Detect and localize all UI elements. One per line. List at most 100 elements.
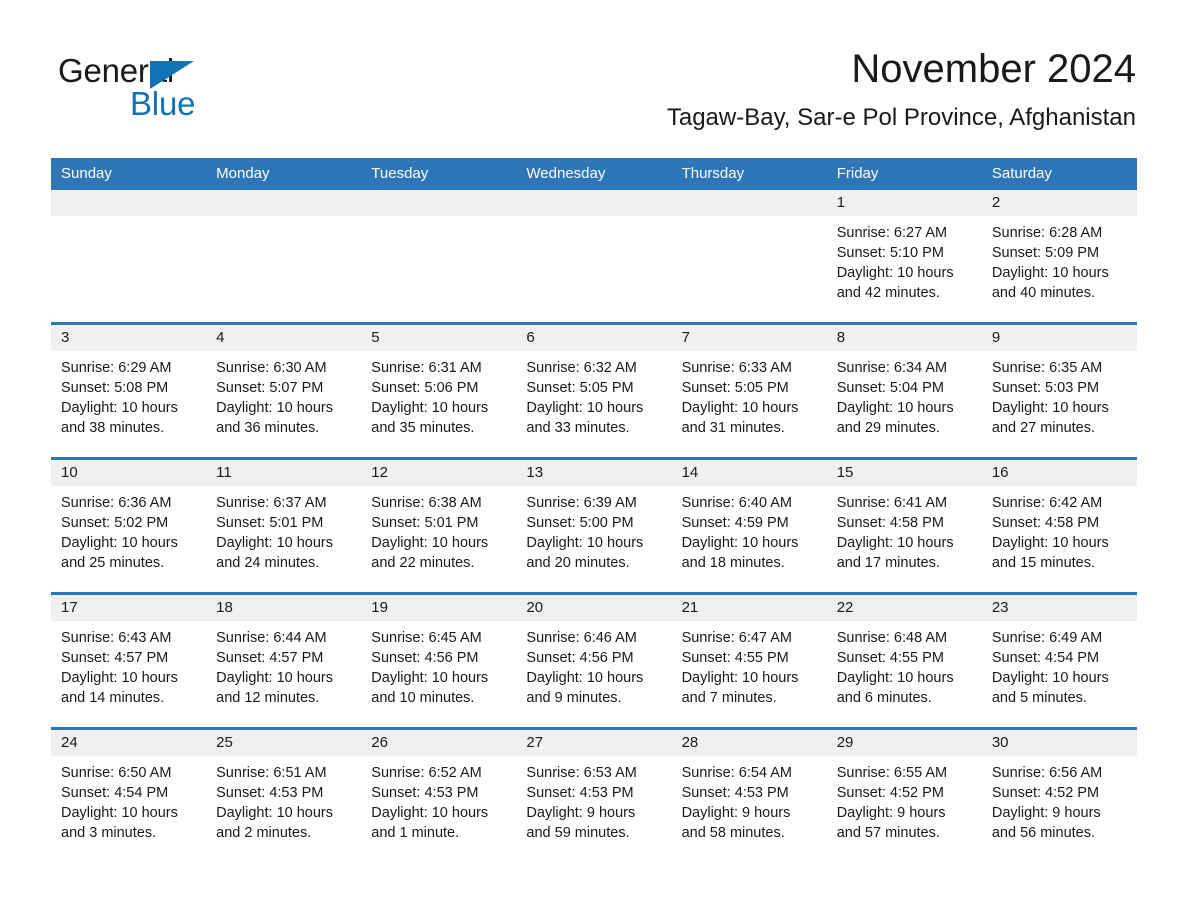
daylight-duration: Daylight: 9 hours and 59 minutes. [526,805,636,841]
calendar-day-cell[interactable]: 3 Sunrise: 6:29 AM Sunset: 5:08 PM Daylight… [51,322,207,459]
day-details: Sunrise: 6:28 AM Sunset: 5:09 PM Daylight:… [982,216,1137,303]
day-number: 27 [516,730,672,756]
day-details: Sunrise: 6:46 AM Sunset: 4:56 PM Daylight:… [516,621,671,708]
calendar-day-cell[interactable]: 16 Sunrise: 6:42 AM Sunset: 4:58 PM Dayligh… [981,457,1137,594]
sunrise-time: Sunrise: 6:56 AM [991,765,1103,781]
sunrise-time: Sunrise: 6:28 AM [991,225,1103,241]
calendar-day-cell[interactable]: 21 Sunrise: 6:47 AM Sunset: 4:55 PM Dayligh… [671,592,827,729]
calendar-day-cell[interactable]: 27 Sunrise: 6:53 AM Sunset: 4:53 PM Dayligh… [516,727,672,862]
calendar-day-cell[interactable]: 8 Sunrise: 6:34 AM Sunset: 5:04 PM Daylight… [826,322,982,459]
day-details: Sunrise: 6:45 AM Sunset: 4:56 PM Daylight:… [361,621,516,708]
daylight-duration: Daylight: 10 hours and 17 minutes. [836,535,954,571]
sunset-time: Sunset: 4:55 PM [836,650,944,666]
day-details: Sunrise: 6:55 AM Sunset: 4:52 PM Daylight:… [827,756,982,843]
calendar-day-cell[interactable]: 11 Sunrise: 6:37 AM Sunset: 5:01 PM Dayligh… [206,457,362,594]
day-cell-content: 12 Sunrise: 6:38 AM Sunset: 5:01 PM Dayligh… [361,460,517,592]
day-number: 26 [361,730,517,756]
calendar-day-cell[interactable]: 30 Sunrise: 6:56 AM Sunset: 4:52 PM Dayligh… [981,727,1137,862]
sunset-time: Sunset: 5:01 PM [371,515,479,531]
sunset-time: Sunset: 5:05 PM [526,380,634,396]
calendar-week-row: 17 Sunrise: 6:43 AM Sunset: 4:57 PM Dayligh… [51,592,1137,729]
day-number: 4 [206,325,362,351]
sunset-time: Sunset: 5:03 PM [991,380,1100,396]
sunset-time: Sunset: 4:58 PM [991,515,1100,531]
general-blue-logo[interactable]: General Blue [58,53,288,123]
calendar-day-cell[interactable]: 12 Sunrise: 6:38 AM Sunset: 5:01 PM Dayligh… [361,457,517,594]
calendar-day-cell[interactable]: 28 Sunrise: 6:54 AM Sunset: 4:53 PM Dayligh… [671,727,827,862]
sunset-time: Sunset: 4:53 PM [526,785,634,801]
day-number [516,190,672,216]
day-cell-content [206,190,362,322]
calendar-day-cell[interactable]: 4 Sunrise: 6:30 AM Sunset: 5:07 PM Daylight… [206,322,362,459]
weekday-header-sunday: Sunday [51,158,207,190]
location-subtitle: Tagaw-Bay, Sar-e Pol Province, Afghanist… [666,104,1136,131]
weekday-header-friday: Friday [826,158,982,190]
calendar-day-cell[interactable]: 17 Sunrise: 6:43 AM Sunset: 4:57 PM Dayligh… [51,592,207,729]
day-number: 13 [516,460,672,486]
day-number: 7 [671,325,827,351]
day-number [51,190,207,216]
calendar-day-cell[interactable]: 22 Sunrise: 6:48 AM Sunset: 4:55 PM Dayligh… [826,592,982,729]
calendar-day-cell[interactable]: 13 Sunrise: 6:39 AM Sunset: 5:00 PM Dayligh… [516,457,672,594]
calendar-day-cell[interactable]: 24 Sunrise: 6:50 AM Sunset: 4:54 PM Dayligh… [51,727,207,862]
calendar-day-cell[interactable]: 2 Sunrise: 6:28 AM Sunset: 5:09 PM Daylight… [981,190,1137,324]
calendar-day-cell[interactable]: 14 Sunrise: 6:40 AM Sunset: 4:59 PM Dayligh… [671,457,827,594]
calendar-day-cell[interactable]: 7 Sunrise: 6:33 AM Sunset: 5:05 PM Daylight… [671,322,827,459]
sunrise-time: Sunrise: 6:35 AM [991,360,1103,376]
day-cell-content: 17 Sunrise: 6:43 AM Sunset: 4:57 PM Dayligh… [51,595,207,727]
calendar-day-cell[interactable]: 19 Sunrise: 6:45 AM Sunset: 4:56 PM Dayligh… [361,592,517,729]
sunrise-time: Sunrise: 6:46 AM [526,630,637,646]
weekday-header-tuesday: Tuesday [361,158,517,190]
calendar-day-cell[interactable]: 10 Sunrise: 6:36 AM Sunset: 5:02 PM Dayligh… [51,457,207,594]
day-number: 25 [206,730,362,756]
calendar-week-row: 1 Sunrise: 6:27 AM Sunset: 5:10 PM Daylight… [51,190,1137,324]
calendar-day-cell[interactable]: 6 Sunrise: 6:32 AM Sunset: 5:05 PM Daylight… [516,322,672,459]
day-cell-content [361,190,517,322]
daylight-duration: Daylight: 10 hours and 14 minutes. [61,670,178,706]
daylight-duration: Daylight: 10 hours and 27 minutes. [991,400,1109,436]
daylight-duration: Daylight: 9 hours and 58 minutes. [681,805,791,841]
calendar-day-cell[interactable]: 18 Sunrise: 6:44 AM Sunset: 4:57 PM Dayligh… [206,592,362,729]
day-cell-content: 22 Sunrise: 6:48 AM Sunset: 4:55 PM Dayligh… [826,595,982,727]
day-number: 17 [51,595,207,621]
day-cell-content: 3 Sunrise: 6:29 AM Sunset: 5:08 PM Daylight… [51,325,207,457]
sunrise-time: Sunrise: 6:30 AM [216,360,327,376]
weekday-header-monday: Monday [206,158,362,190]
day-number: 6 [516,325,672,351]
calendar-day-cell[interactable]: 29 Sunrise: 6:55 AM Sunset: 4:52 PM Dayligh… [826,727,982,862]
day-details: Sunrise: 6:56 AM Sunset: 4:52 PM Daylight:… [982,756,1137,843]
day-number: 24 [51,730,207,756]
day-cell-content: 29 Sunrise: 6:55 AM Sunset: 4:52 PM Dayligh… [826,730,982,862]
day-details: Sunrise: 6:32 AM Sunset: 5:05 PM Daylight:… [516,351,671,438]
day-details: Sunrise: 6:51 AM Sunset: 4:53 PM Daylight:… [206,756,361,843]
day-number: 5 [361,325,517,351]
daylight-duration: Daylight: 10 hours and 36 minutes. [216,400,334,436]
sunrise-time: Sunrise: 6:54 AM [681,765,792,781]
calendar-body: 1 Sunrise: 6:27 AM Sunset: 5:10 PM Daylight… [51,190,1137,862]
day-number [671,190,827,216]
sunrise-time: Sunrise: 6:48 AM [836,630,948,646]
sunset-time: Sunset: 4:57 PM [61,650,169,666]
calendar-day-cell[interactable]: 25 Sunrise: 6:51 AM Sunset: 4:53 PM Dayligh… [206,727,362,862]
day-number: 1 [826,190,982,216]
day-number: 21 [671,595,827,621]
weekday-header-saturday: Saturday [981,158,1137,190]
day-details: Sunrise: 6:35 AM Sunset: 5:03 PM Daylight:… [982,351,1137,438]
calendar-day-cell[interactable]: 5 Sunrise: 6:31 AM Sunset: 5:06 PM Daylight… [361,322,517,459]
calendar-day-cell[interactable]: 26 Sunrise: 6:52 AM Sunset: 4:53 PM Dayligh… [361,727,517,862]
daylight-duration: Daylight: 10 hours and 18 minutes. [681,535,799,571]
calendar-day-cell[interactable]: 1 Sunrise: 6:27 AM Sunset: 5:10 PM Daylight… [826,190,982,324]
calendar-day-cell[interactable]: 23 Sunrise: 6:49 AM Sunset: 4:54 PM Dayligh… [981,592,1137,729]
calendar-day-cell[interactable]: 20 Sunrise: 6:46 AM Sunset: 4:56 PM Dayligh… [516,592,672,729]
day-cell-content: 21 Sunrise: 6:47 AM Sunset: 4:55 PM Dayligh… [671,595,827,727]
daylight-duration: Daylight: 10 hours and 2 minutes. [216,805,334,841]
day-details: Sunrise: 6:30 AM Sunset: 5:07 PM Daylight:… [206,351,361,438]
sunrise-time: Sunrise: 6:38 AM [371,495,482,511]
calendar-day-cell[interactable]: 15 Sunrise: 6:41 AM Sunset: 4:58 PM Dayligh… [826,457,982,594]
sunrise-time: Sunrise: 6:52 AM [371,765,482,781]
calendar-day-cell[interactable]: 9 Sunrise: 6:35 AM Sunset: 5:03 PM Daylight… [981,322,1137,459]
sunset-time: Sunset: 4:53 PM [371,785,479,801]
day-cell-content: 13 Sunrise: 6:39 AM Sunset: 5:00 PM Dayligh… [516,460,672,592]
sunset-time: Sunset: 4:56 PM [526,650,634,666]
day-cell-content: 30 Sunrise: 6:56 AM Sunset: 4:52 PM Dayligh… [981,730,1137,862]
